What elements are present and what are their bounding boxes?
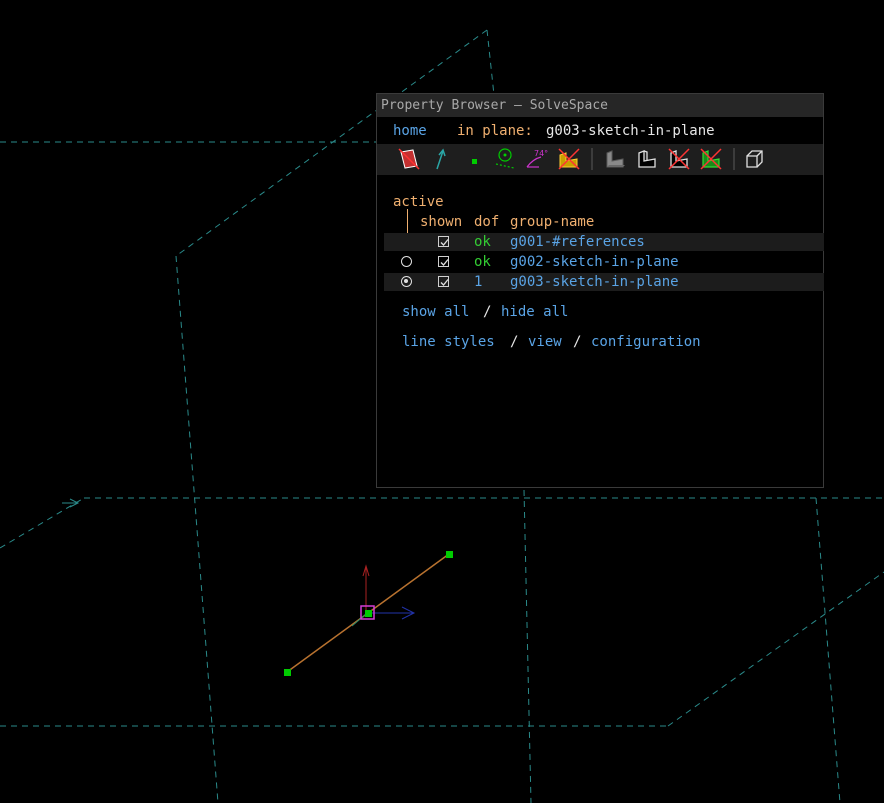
workplane-edge [815, 497, 841, 803]
configuration-link[interactable]: configuration [591, 333, 701, 351]
line-styles-link[interactable]: line styles [402, 333, 495, 351]
in-plane-value: g003-sketch-in-plane [546, 123, 715, 139]
workplane-edge [486, 29, 495, 96]
view-link[interactable]: view [528, 333, 562, 351]
active-radio-selected[interactable] [401, 276, 412, 287]
group-name-link[interactable]: g003-sketch-in-plane [510, 273, 679, 291]
perspective-icon[interactable] [743, 147, 767, 171]
in-plane-label: in plane: [457, 123, 533, 139]
sketch-point-end[interactable] [446, 551, 453, 558]
group-name-link[interactable]: g002-sketch-in-plane [510, 253, 679, 271]
dof-value: 1 [474, 274, 483, 290]
outline-icon[interactable] [667, 147, 691, 171]
show-all-link[interactable]: show all [402, 303, 469, 321]
property-browser-title[interactable]: Property Browser — SolveSpace [377, 94, 823, 117]
property-browser-window: Property Browser — SolveSpace home in pl… [376, 93, 824, 488]
home-link[interactable]: home [393, 122, 427, 140]
points-icon[interactable] [463, 147, 487, 171]
shaded-icon[interactable] [603, 147, 627, 171]
shown-checkbox[interactable] [438, 276, 449, 287]
origin-point[interactable] [365, 610, 372, 617]
link-separator: / [483, 304, 492, 320]
svg-text:74°: 74° [534, 149, 548, 158]
toolbar-separator [591, 148, 593, 170]
dof-value: ok [474, 254, 491, 270]
workplane-edge [0, 497, 85, 549]
faces-icon[interactable] [557, 147, 581, 171]
link-separator: / [573, 334, 582, 350]
group-name-link[interactable]: g001-#references [510, 233, 645, 251]
shown-checkbox[interactable] [438, 236, 449, 247]
dof-value: ok [474, 234, 491, 250]
active-radio[interactable] [401, 256, 412, 267]
hide-all-link[interactable]: hide all [501, 303, 568, 321]
shown-checkbox[interactable] [438, 256, 449, 267]
normals-icon[interactable] [429, 147, 453, 171]
workplanes-icon[interactable] [397, 147, 421, 171]
sketch-point-start[interactable] [284, 669, 291, 676]
construction-icon[interactable] [493, 147, 517, 171]
hidden-lines-icon[interactable] [699, 147, 723, 171]
workplane-edge [667, 571, 884, 727]
toolbar-separator [733, 148, 735, 170]
active-column-label: active [393, 194, 444, 210]
link-separator: / [510, 334, 519, 350]
dof-column-header: dof [474, 214, 500, 230]
edges-icon[interactable] [635, 147, 659, 171]
constraints-icon[interactable]: 74° [525, 147, 549, 171]
shown-column-header: shown [420, 214, 463, 230]
group-name-column-header: group-name [510, 214, 595, 230]
visibility-toolbar: 74° [377, 144, 823, 175]
workplane-edge [523, 489, 532, 803]
workplane-edge [175, 255, 219, 803]
